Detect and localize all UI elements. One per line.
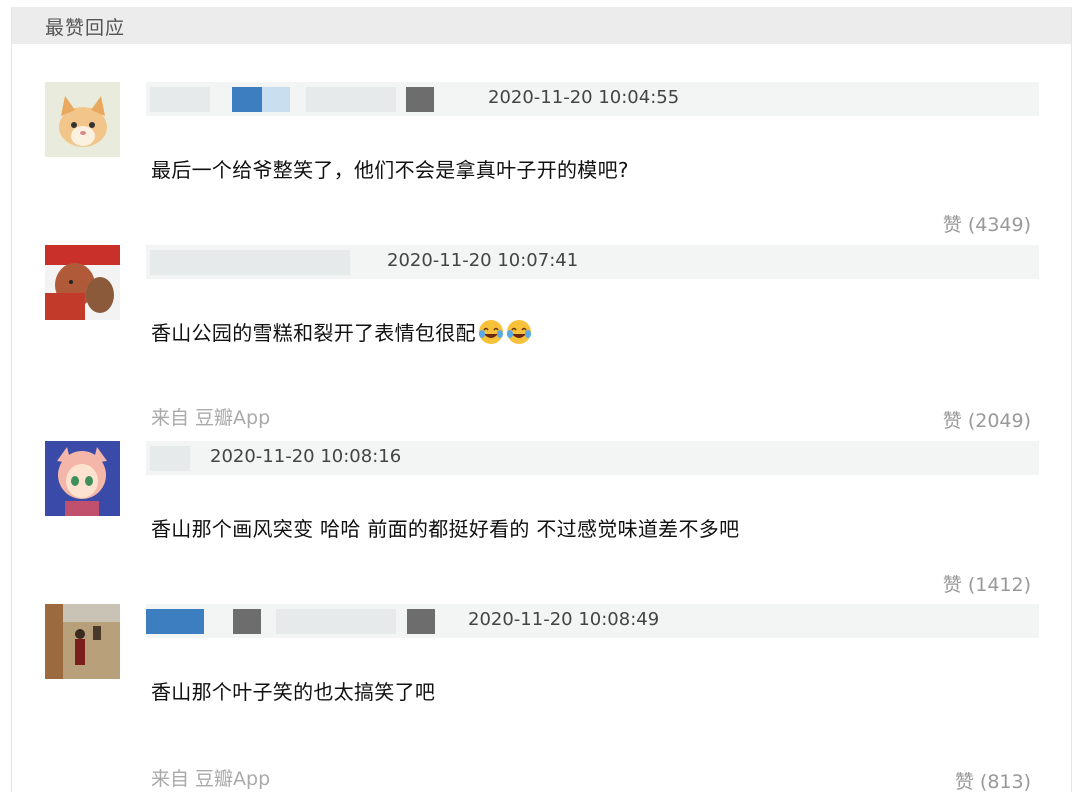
- redacted-username: [150, 87, 210, 112]
- field-photo-avatar[interactable]: [45, 604, 120, 679]
- like-label: 赞: [942, 214, 962, 236]
- like-count: (2049): [967, 410, 1031, 432]
- redacted-username: [146, 609, 204, 634]
- redacted-username: [276, 609, 396, 634]
- comment-text-content: 香山公园的雪糕和裂开了表情包很配: [151, 321, 476, 345]
- monk-avatar[interactable]: [45, 245, 120, 320]
- comment-text: 香山那个画风突变 哈哈 前面的都挺好看的 不过感觉味道差不多吧: [151, 517, 740, 541]
- redacted-username: [406, 87, 434, 112]
- like-count: (4349): [967, 214, 1031, 236]
- redacted-username: [150, 446, 190, 471]
- comment-timestamp: 2020-11-20 10:04:55: [488, 87, 680, 108]
- like-count: (813): [979, 771, 1031, 792]
- comment-timestamp: 2020-11-20 10:08:16: [210, 446, 402, 467]
- like-button[interactable]: 赞 (813): [955, 767, 1031, 792]
- like-button[interactable]: 赞 (4349): [943, 210, 1031, 237]
- comment-text: 香山公园的雪糕和裂开了表情包很配: [151, 317, 532, 346]
- comment-timestamp: 2020-11-20 10:08:49: [468, 609, 660, 630]
- cat-avatar[interactable]: [45, 82, 120, 157]
- author-meta-bar: 2020-11-20 10:07:41: [146, 245, 1039, 279]
- redacted-username: [233, 609, 261, 634]
- redacted-username: [232, 87, 262, 112]
- tears-of-joy-emoji-icon: [478, 320, 503, 344]
- like-button[interactable]: 赞 (2049): [943, 406, 1031, 433]
- tears-of-joy-emoji-icon: [506, 320, 531, 344]
- author-meta-bar: 2020-11-20 10:08:16: [146, 441, 1039, 475]
- source-label: 来自 豆瓣App: [151, 407, 271, 429]
- like-count: (1412): [967, 574, 1031, 596]
- source-label: 来自 豆瓣App: [151, 768, 271, 790]
- top-comments-panel: 最赞回应 2020-11-20 10:04:55 最后一个给爷整笑了，他们不会是…: [11, 7, 1072, 792]
- comment-text: 香山那个叶子笑的也太搞笑了吧: [151, 680, 436, 704]
- like-label: 赞: [954, 771, 974, 792]
- redacted-username: [306, 87, 396, 112]
- comment-text: 最后一个给爷整笑了，他们不会是拿真叶子开的模吧?: [151, 158, 629, 182]
- like-button[interactable]: 赞 (1412): [943, 570, 1031, 597]
- section-header: 最赞回应: [12, 7, 1071, 44]
- redacted-username: [262, 87, 290, 112]
- redacted-username: [150, 250, 350, 275]
- comment-timestamp: 2020-11-20 10:07:41: [387, 250, 579, 271]
- author-meta-bar: 2020-11-20 10:04:55: [146, 82, 1039, 116]
- section-title: 最赞回应: [45, 17, 126, 39]
- author-meta-bar: 2020-11-20 10:08:49: [146, 604, 1039, 638]
- like-label: 赞: [942, 410, 962, 432]
- redacted-username: [407, 609, 435, 634]
- like-label: 赞: [942, 574, 962, 596]
- anime-girl-avatar[interactable]: [45, 441, 120, 516]
